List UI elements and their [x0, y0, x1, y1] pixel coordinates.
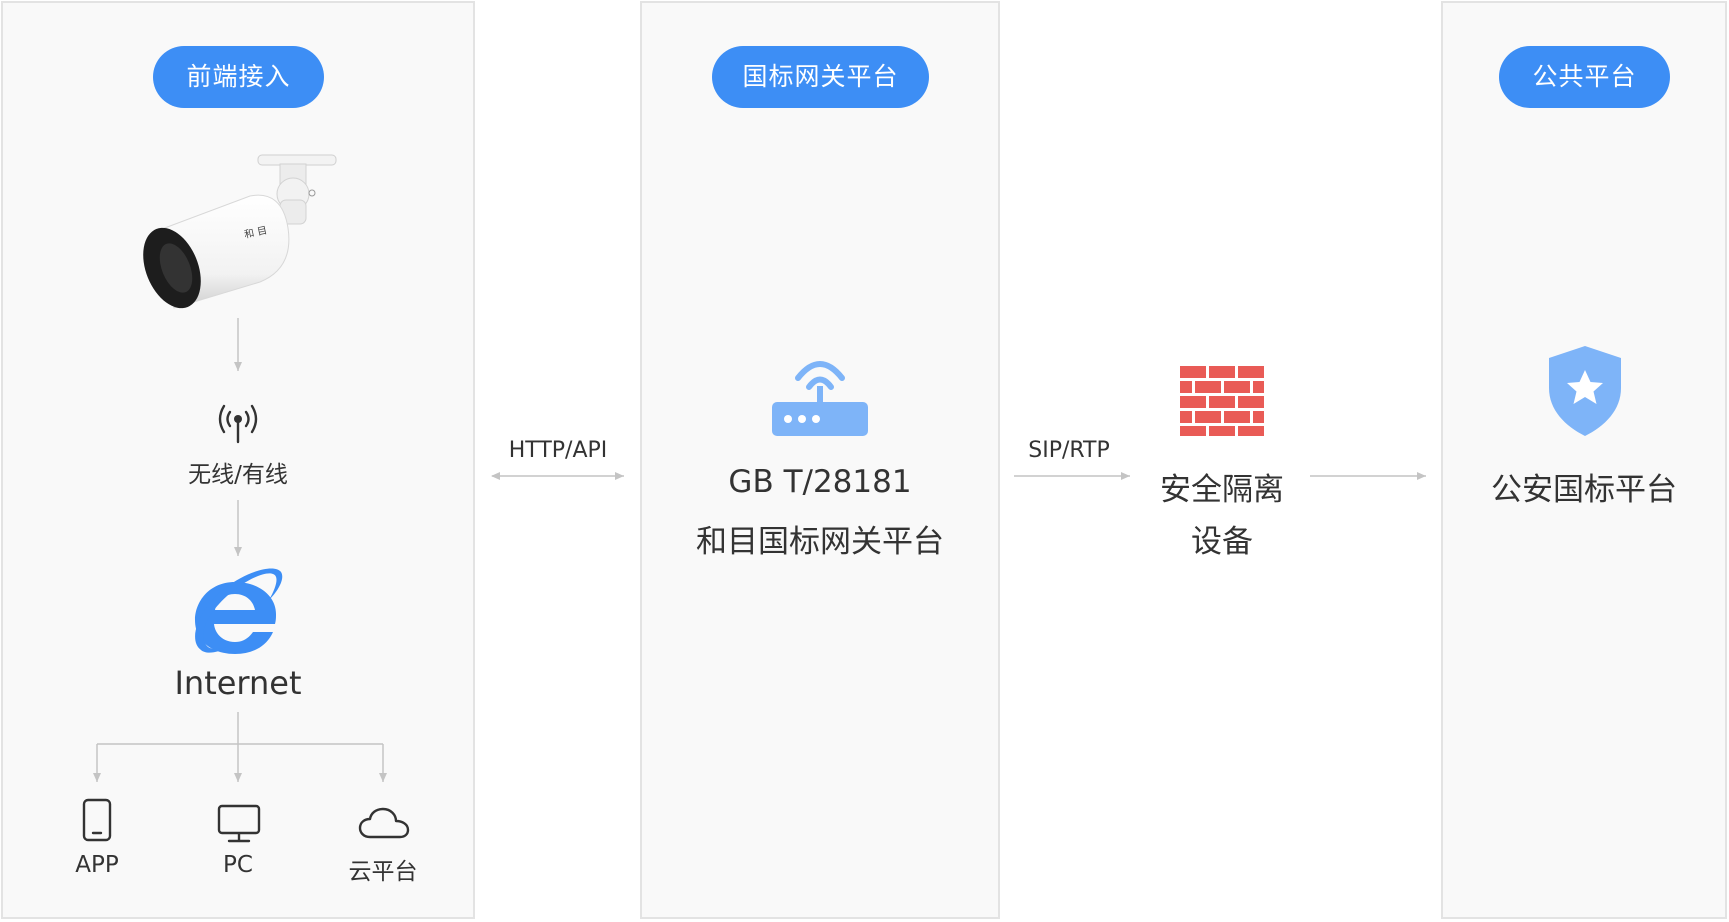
gateway-standard-label: GB T/28181	[728, 464, 912, 500]
wireless-wired-label: 无线/有线	[188, 462, 288, 488]
police-shield-icon	[1549, 346, 1621, 436]
firewall-icon	[1180, 366, 1264, 436]
router-icon	[772, 361, 868, 436]
internet-label: Internet	[174, 664, 302, 702]
phone-icon	[82, 798, 112, 842]
isolation-label-line2: 设备	[1191, 524, 1253, 560]
bullet-camera-image: 和 目	[143, 154, 337, 309]
public-security-platform-label: 公安国标平台	[1491, 472, 1677, 508]
cloud-icon	[358, 807, 410, 839]
monitor-icon	[217, 804, 261, 843]
internet-explorer-icon	[195, 568, 283, 654]
client-label-cloud: 云平台	[348, 859, 418, 885]
http-api-label: HTTP/API	[508, 438, 608, 463]
antenna-signal-icon	[218, 404, 258, 444]
isolation-label-line1: 安全隔离	[1160, 472, 1284, 508]
client-label-pc: PC	[223, 852, 253, 878]
sip-rtp-label: SIP/RTP	[1028, 438, 1110, 463]
gateway-name-label: 和目国标网关平台	[696, 524, 944, 560]
client-label-app: APP	[75, 852, 119, 878]
